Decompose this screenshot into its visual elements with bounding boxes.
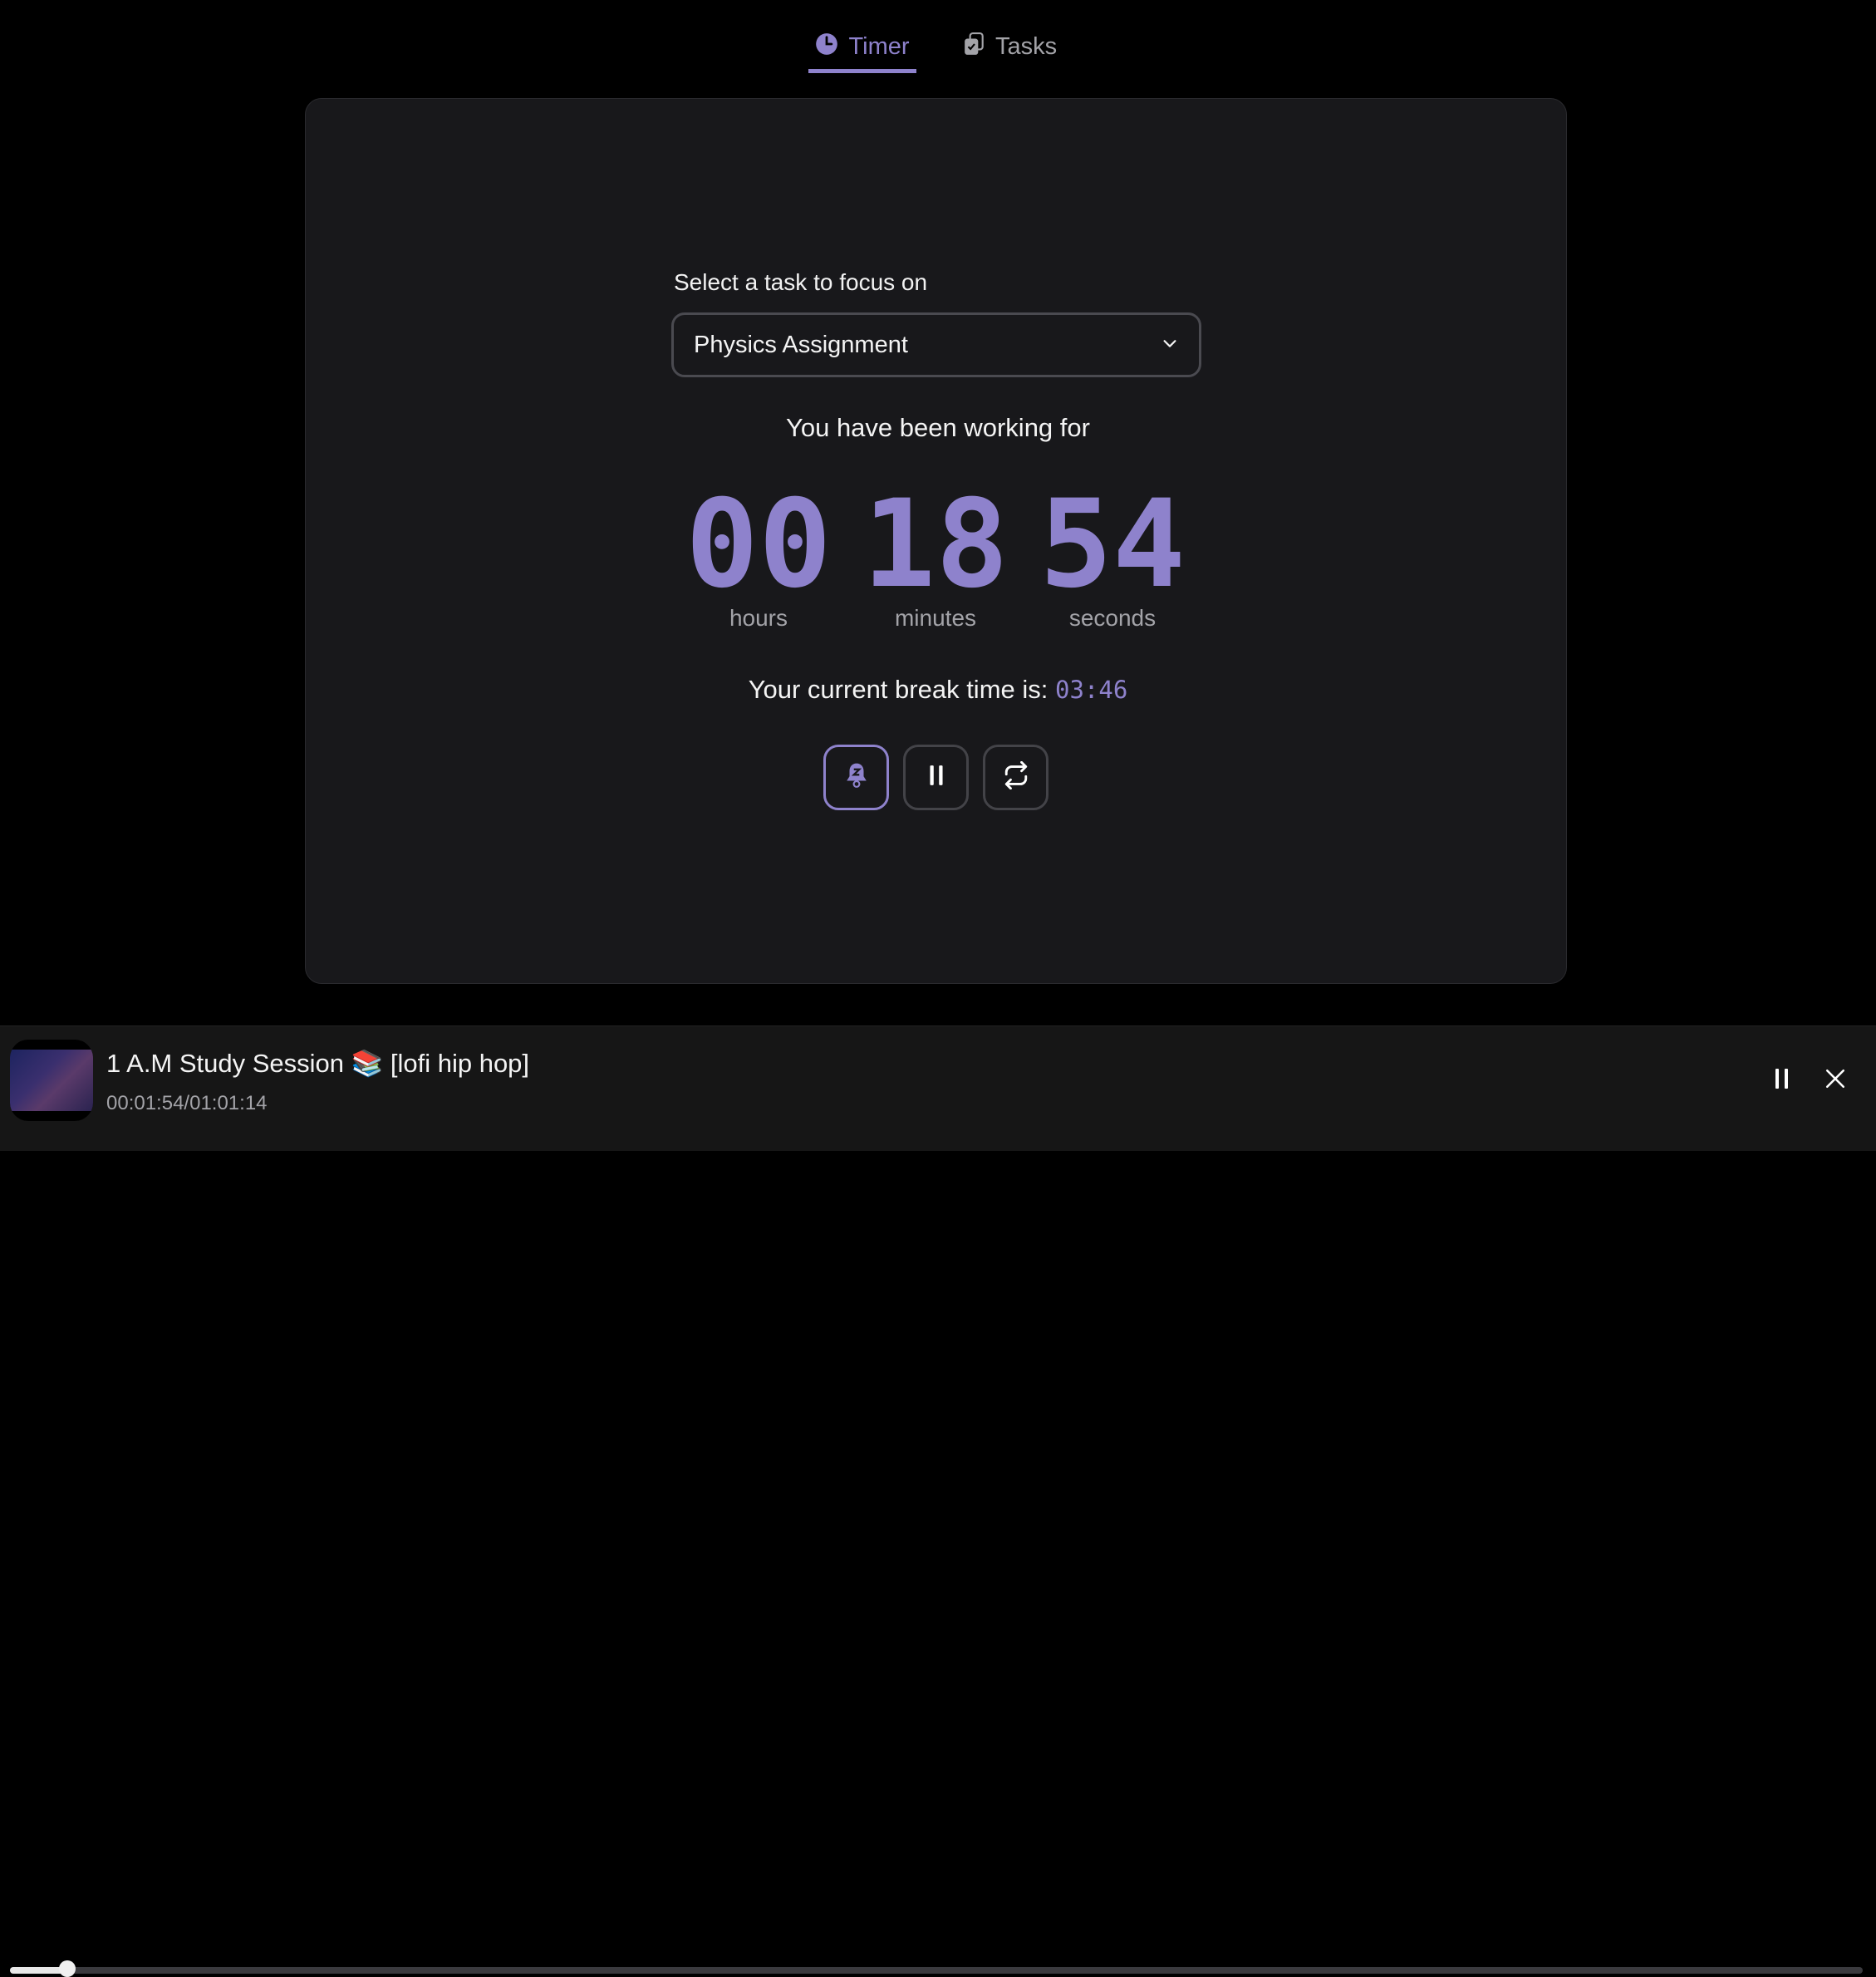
tab-tasks[interactable]: Tasks [964, 25, 1057, 69]
snooze-button[interactable] [823, 745, 889, 810]
player-close-button[interactable] [1820, 1065, 1850, 1095]
task-select-label: Select a task to focus on [674, 269, 928, 295]
tab-timer[interactable]: Timer [808, 25, 916, 73]
tab-bar: Timer Tasks [0, 25, 1876, 73]
reset-button[interactable] [983, 745, 1048, 810]
seconds-label: seconds [1068, 605, 1157, 631]
seconds-value: 54 [1039, 474, 1186, 615]
working-text: You have been working for [786, 413, 1090, 442]
minutes-value: 18 [862, 474, 1009, 615]
tab-label: Timer [848, 33, 910, 60]
clock-icon [815, 32, 838, 62]
track-title: 1 A.M Study Session 📚 [lofi hip hop] [106, 1049, 530, 1078]
bell-snooze-icon [843, 761, 870, 794]
break-time-label: Your current break time is: [748, 675, 1048, 704]
refresh-icon [999, 760, 1033, 794]
chevron-down-icon [1161, 332, 1179, 359]
pause-button[interactable] [903, 745, 969, 810]
pause-icon [1773, 1067, 1791, 1094]
progress-handle[interactable] [59, 1960, 76, 1977]
clipboard-check-icon [964, 32, 985, 62]
task-select[interactable]: Physics Assignment [671, 312, 1201, 377]
track-time: 00:01:54/01:01:14 [106, 1092, 268, 1114]
close-icon [1824, 1068, 1846, 1094]
hours-value: 00 [685, 474, 832, 615]
music-player: 1 A.M Study Session 📚 [lofi hip hop] 00:… [0, 1025, 1876, 1977]
album-art [10, 1040, 93, 1121]
minutes-label: minutes [894, 605, 977, 631]
selected-task: Physics Assignment [694, 331, 908, 358]
tab-label: Tasks [995, 33, 1058, 60]
break-time: Your current break time is: 03:46 [0, 675, 1876, 705]
player-pause-button[interactable] [1767, 1065, 1797, 1095]
hours-label: hours [729, 605, 788, 631]
progress-slider[interactable] [10, 1960, 1863, 1977]
break-time-value: 03:46 [1055, 676, 1128, 704]
pause-icon [926, 764, 947, 791]
